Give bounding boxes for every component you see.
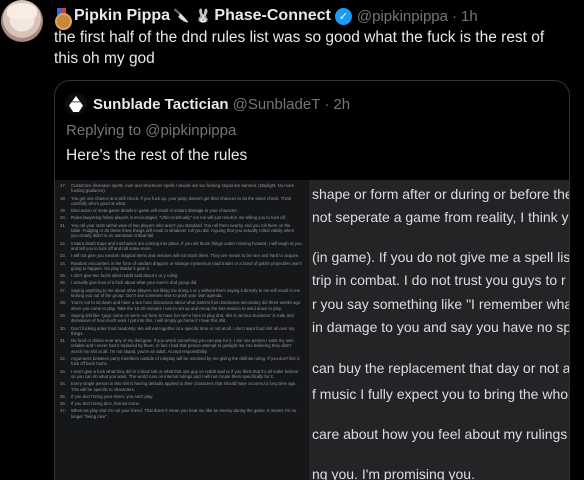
- rule-text: Customize divination spells, ever and wh…: [71, 183, 295, 194]
- rule-number: 18.: [60, 195, 66, 201]
- rule-number: 17.: [60, 183, 66, 188]
- rules-text-image: shape or form after or during or before …: [309, 180, 570, 480]
- rule-number: 33.: [60, 368, 66, 374]
- rule-item: 29. Saying shit like "guys come on we're …: [60, 313, 302, 324]
- quote-display-name[interactable]: Sunblade Tactician: [93, 96, 229, 113]
- rule-item: 22. Instant death traps and mechanics are…: [60, 241, 302, 252]
- replying-to: Replying to @pipkinpippa: [66, 122, 237, 139]
- rule-number: 37.: [60, 408, 66, 414]
- rule-item: 19. Discussion of meta-game details in ga…: [60, 208, 302, 213]
- quote-separator-dot: ·: [324, 95, 330, 113]
- quote-timestamp[interactable]: 2h: [333, 96, 350, 113]
- rule-item: 26. I actually give less of a fuck about …: [60, 280, 302, 285]
- rules-list-image: 17. Customize divination spells, ever and…: [55, 180, 308, 480]
- quote-avatar[interactable]: [65, 93, 87, 115]
- rule-number: 22.: [60, 240, 66, 246]
- tweet-header: Pipkin Pippa 🔪 🐰 Phase-Connect ✓ @pipkin…: [54, 5, 478, 30]
- rule-fragment-line: not seperate a game from reality, I thin…: [312, 209, 570, 225]
- rule-item: 27. Saying anything to me about other pla…: [60, 288, 302, 299]
- rule-fragment-line: r you say something like "I remember wha…: [312, 296, 570, 312]
- rule-item: 23. I will not give you random magical it…: [60, 253, 302, 258]
- quote-handle[interactable]: @SunbladeT: [233, 96, 321, 113]
- rule-text: I will not give you random magical items…: [71, 253, 300, 259]
- rule-number: 19.: [60, 208, 66, 214]
- rule-fragment-line: can buy the replacement that day or not …: [312, 360, 570, 376]
- knife-icon: 🔪: [173, 8, 190, 23]
- rule-number: 23.: [60, 253, 66, 259]
- rule-text: I don't give two fucks what reddit said …: [71, 273, 179, 279]
- rule-text: If you don't bring your sheet, you can't…: [71, 393, 154, 399]
- rule-fragment-line: care about how you feel about my rulings…: [312, 426, 570, 442]
- rule-text: Saying shit like "guys come on we're not…: [71, 312, 294, 324]
- rule-number: 34.: [60, 381, 66, 387]
- rule-item: 32. Arguments between party members outsi…: [60, 356, 302, 367]
- tweet-text: the first half of the dnd rules list was…: [54, 29, 545, 67]
- rule-text: Saying anything to me about other player…: [71, 287, 301, 299]
- separator-dot: ·: [451, 7, 457, 25]
- rule-text: I actually give less of a fuck about wha…: [71, 280, 198, 286]
- rule-number: 32.: [60, 356, 66, 362]
- rule-number: 35.: [60, 393, 66, 399]
- rule-fragment-line: f music I fully expect you to bring the …: [312, 386, 570, 402]
- rule-text: No food or drinks near any of my dnd gea…: [71, 338, 294, 354]
- rule-item: 25. I don't give two fucks what reddit sa…: [60, 273, 302, 278]
- rule-item: 30. Don't fucking order food randomly. We…: [60, 326, 302, 337]
- rule-text: Instant death traps and mechanics are co…: [71, 240, 302, 251]
- rule-fragment-line: shape or form after or during or before …: [312, 186, 570, 202]
- medal-icon: [54, 7, 72, 30]
- rule-number: 27.: [60, 287, 66, 293]
- tweet[interactable]: Pipkin Pippa 🔪 🐰 Phase-Connect ✓ @pipkin…: [0, 0, 584, 480]
- rule-text: If you don't bring dice, borrow some.: [71, 401, 141, 407]
- rule-item: 33. I won't give a fuck what they did in …: [60, 369, 302, 380]
- rule-text: Arguments between party members outside …: [71, 356, 301, 367]
- rule-fragment-line: ng you. I'm promising you.: [312, 466, 475, 480]
- quoted-tweet[interactable]: Sunblade Tactician @SunbladeT · 2h Reply…: [54, 80, 570, 480]
- rule-number: 28.: [60, 300, 66, 306]
- rule-number: 24.: [60, 260, 66, 266]
- affiliation-name[interactable]: Phase-Connect: [214, 7, 330, 25]
- rule-text: You get one chance at a skill check. If …: [71, 195, 292, 206]
- rule-number: 26.: [60, 280, 66, 286]
- rule-item: 17. Customize divination spells, ever and…: [60, 183, 302, 194]
- rule-number: 36.: [60, 401, 66, 407]
- verified-badge-icon: ✓: [334, 7, 352, 25]
- rule-item: 34. Every single person in this shit is h…: [60, 381, 302, 392]
- rule-number: 30.: [60, 325, 66, 331]
- rule-number: 21.: [60, 222, 66, 228]
- rule-item: 36. If you don't bring dice, borrow some.: [60, 401, 302, 406]
- quote-header: Sunblade Tactician @SunbladeT · 2h: [65, 93, 350, 115]
- user-avatar[interactable]: [1, 0, 43, 42]
- user-handle[interactable]: @pipkinpippa: [357, 8, 448, 25]
- rule-text: You roll your stats within view of two p…: [71, 222, 295, 239]
- rule-text: Random encounters in the form of random …: [71, 260, 302, 271]
- display-name[interactable]: Pipkin Pippa: [74, 7, 170, 25]
- rule-number: 20.: [60, 215, 66, 221]
- rule-number: 29.: [60, 312, 66, 318]
- rule-fragment-line: in damage to you and say you have no sp: [312, 319, 570, 335]
- quote-media[interactable]: 17. Customize divination spells, ever and…: [55, 180, 570, 480]
- quote-text: Here's the rest of the rules: [66, 147, 248, 164]
- rule-item: 35. If you don't bring your sheet, you ca…: [60, 394, 302, 399]
- rule-text: I won't give a fuck what they did in cri…: [71, 368, 299, 379]
- rabbit-icon: 🐰: [195, 8, 212, 23]
- rule-text: Rules lawyering fellow players is encour…: [71, 215, 287, 221]
- rule-item: 28. You're not to sit down and have a two…: [60, 300, 302, 311]
- rule-text: When we play dnd I'm not your friend. Th…: [71, 408, 297, 419]
- rule-number: 31.: [60, 338, 66, 344]
- rule-text: You're not to sit down and have a two ho…: [71, 300, 301, 311]
- rule-fragment-line: (in game). If you do not give me a spell…: [312, 249, 570, 265]
- rule-fragment-line: trip in combat. I do not trust you guys …: [312, 272, 566, 288]
- rule-item: 20. Rules lawyering fellow players is enc…: [60, 215, 302, 220]
- rule-item: 37. When we play dnd I'm not your friend.…: [60, 408, 302, 419]
- timestamp[interactable]: 1h: [461, 8, 478, 25]
- rule-item: 31. No food or drinks near any of my dnd …: [60, 338, 302, 354]
- rule-text: Discussion of meta-game details in game …: [71, 208, 238, 214]
- rule-item: 24. Random encounters in the form of rand…: [60, 261, 302, 272]
- rule-item: 18. You get one chance at a skill check. …: [60, 196, 302, 207]
- rule-number: 25.: [60, 273, 66, 279]
- rule-item: 21. You roll your stats within view of tw…: [60, 223, 302, 239]
- rule-text: Don't fucking order food randomly. We wi…: [71, 325, 295, 336]
- rule-text: Every single person in this shit is havi…: [71, 381, 297, 392]
